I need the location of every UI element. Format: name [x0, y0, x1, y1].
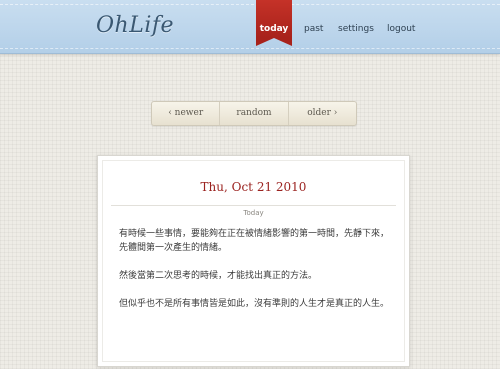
newer-button[interactable]: ‹ newer	[152, 102, 219, 125]
random-button[interactable]: random	[219, 102, 287, 125]
entry-paragraph: 有時候一些事情，要能夠在正在被情緒影響的第一時間，先靜下來，先體間第一次產生的情…	[119, 229, 390, 253]
older-button[interactable]: older ›	[287, 102, 356, 125]
stitch-border-top	[0, 4, 500, 5]
entry-subtitle-text: Today	[237, 209, 270, 217]
entry-card-inner: Thu, Oct 21 2010 Today 有時候一些事情，要能夠在正在被情緒…	[102, 160, 405, 362]
nav-settings-link[interactable]: settings	[338, 24, 374, 34]
entry-date: Thu, Oct 21 2010	[200, 180, 307, 194]
entry-paragraph: 但似乎也不是所有事情皆是如此，沒有準則的人生才是真正的人生。	[119, 299, 390, 309]
nav-logout-link[interactable]: logout	[387, 24, 415, 34]
app-logo[interactable]: OhLife	[96, 13, 174, 38]
entry-paragraph: 然後當第二次思考的時候，才能找出真正的方法。	[119, 271, 318, 281]
top-navigation-bar: OhLife today past settings logout	[0, 0, 500, 54]
entry-body: 有時候一些事情，要能夠在正在被情緒影響的第一時間，先靜下來，先體間第一次產生的情…	[119, 227, 390, 325]
entry-subtitle: Today	[103, 200, 404, 219]
entry-pager: ‹ newer random older ›	[151, 101, 357, 126]
nav-today-tab[interactable]: today	[256, 0, 292, 46]
stitch-border-bottom	[0, 48, 500, 49]
nav-past-link[interactable]: past	[304, 24, 323, 34]
entry-card: Thu, Oct 21 2010 Today 有時候一些事情，要能夠在正在被情緒…	[97, 155, 410, 367]
